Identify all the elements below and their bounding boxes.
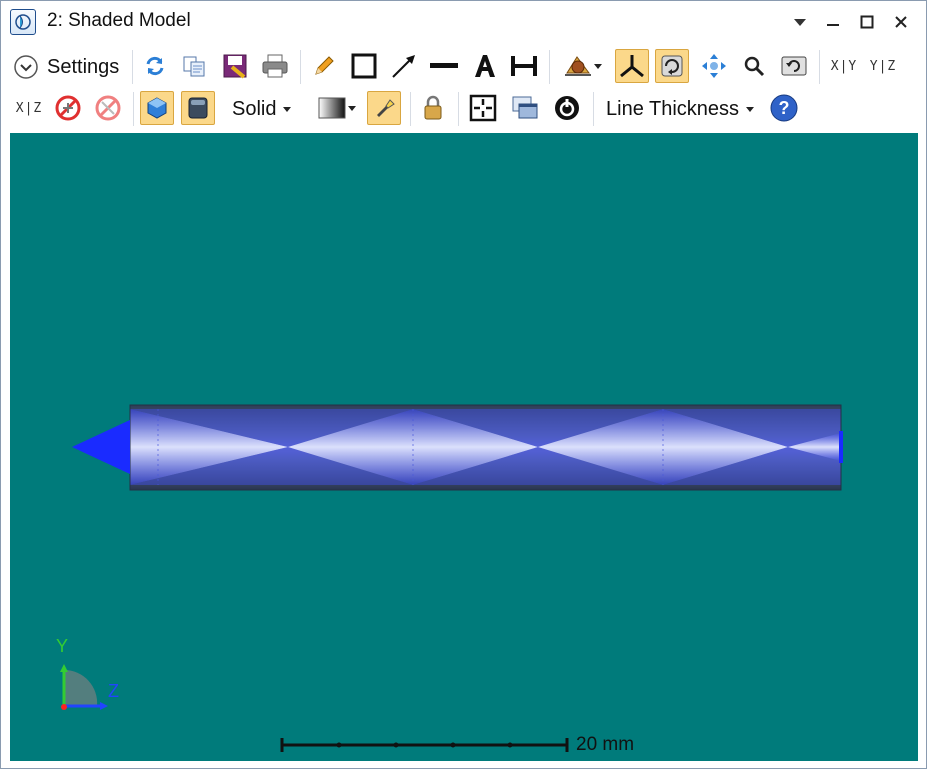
copy-button[interactable] bbox=[177, 49, 211, 83]
settings-button[interactable]: Settings bbox=[13, 54, 119, 80]
refresh-icon bbox=[146, 56, 164, 76]
close-icon bbox=[895, 16, 907, 28]
camera-icon bbox=[565, 56, 591, 76]
fit-view-icon bbox=[469, 94, 497, 122]
chevron-down-icon bbox=[746, 106, 755, 112]
chevron-down-icon bbox=[594, 64, 602, 69]
rotate-view-button[interactable] bbox=[655, 49, 689, 83]
rectangle-icon bbox=[351, 53, 377, 79]
hide-rays-button[interactable] bbox=[51, 91, 85, 125]
cube-icon bbox=[147, 97, 167, 119]
axes-indicator bbox=[60, 664, 108, 710]
shaded-model-viewport[interactable]: Y Z 20 mm bbox=[10, 133, 918, 761]
reset-view-button[interactable] bbox=[777, 49, 811, 83]
help-button[interactable]: ? bbox=[767, 91, 801, 125]
print-icon bbox=[262, 54, 288, 78]
window-title: 2: Shaded Model bbox=[47, 10, 191, 31]
hide-surfaces-button[interactable] bbox=[91, 91, 125, 125]
svg-text:?: ? bbox=[779, 98, 790, 118]
line-thickness-label: Line Thickness bbox=[606, 97, 740, 120]
text-icon bbox=[475, 55, 495, 77]
windows-icon bbox=[512, 96, 538, 119]
reset-view-icon bbox=[781, 56, 807, 76]
dimension-button[interactable] bbox=[507, 49, 541, 83]
ray-bundle bbox=[130, 409, 841, 485]
window-menu-dropdown-button[interactable] bbox=[787, 10, 813, 34]
chevron-down-icon bbox=[348, 106, 356, 111]
axes-icon bbox=[620, 55, 644, 78]
scale-bar bbox=[280, 738, 569, 752]
settings-label: Settings bbox=[47, 55, 120, 78]
maximize-icon bbox=[860, 15, 874, 29]
gradient-icon bbox=[318, 97, 346, 119]
axis-y-label: Y bbox=[56, 636, 69, 656]
solid-shading-button[interactable] bbox=[140, 91, 174, 125]
windows-button[interactable] bbox=[508, 91, 542, 125]
surface-icon bbox=[188, 97, 208, 119]
pencil-button[interactable] bbox=[307, 49, 341, 83]
color-gradient-dropdown[interactable] bbox=[312, 91, 362, 125]
refresh-button[interactable] bbox=[138, 49, 172, 83]
shaded-model-window: 2: Shaded Model Settings X|Y Y|Z X|Z Sol… bbox=[0, 0, 927, 769]
minimize-icon bbox=[827, 24, 839, 26]
view-xy-label: X|Y bbox=[830, 58, 858, 74]
magnifier-icon bbox=[744, 56, 765, 77]
arrow-button[interactable] bbox=[387, 49, 421, 83]
chevron-down-icon bbox=[283, 106, 292, 112]
view-yz-button[interactable]: Y|Z bbox=[865, 49, 901, 83]
rotate-icon bbox=[661, 55, 683, 77]
lock-icon bbox=[424, 95, 442, 120]
power-button[interactable] bbox=[550, 91, 584, 125]
pan-icon bbox=[702, 54, 726, 78]
pan-button[interactable] bbox=[697, 49, 731, 83]
view-yz-label: Y|Z bbox=[869, 58, 897, 74]
flashlight-icon bbox=[377, 99, 395, 117]
line-icon bbox=[430, 63, 458, 68]
view-xz-button[interactable]: X|Z bbox=[11, 91, 47, 125]
toolbar-row-1: Settings X|Y Y|Z bbox=[1, 46, 926, 88]
copy-icon bbox=[183, 56, 205, 77]
surface-button[interactable] bbox=[181, 91, 215, 125]
text-button[interactable] bbox=[468, 49, 502, 83]
exit-face bbox=[839, 431, 843, 463]
help-icon: ? bbox=[770, 94, 798, 122]
toolbar-row-2: X|Z Solid Line Thickness ? bbox=[1, 88, 926, 130]
line-button[interactable] bbox=[427, 49, 461, 83]
lock-button[interactable] bbox=[416, 91, 450, 125]
save-button[interactable] bbox=[218, 49, 252, 83]
app-icon bbox=[10, 9, 36, 35]
axis-z-label: Z bbox=[108, 681, 119, 701]
model-canvas bbox=[60, 404, 843, 752]
zoom-button[interactable] bbox=[737, 49, 771, 83]
save-icon bbox=[223, 54, 247, 79]
view-xy-button[interactable]: X|Y bbox=[826, 49, 862, 83]
source-cone bbox=[72, 420, 130, 474]
fit-view-button[interactable] bbox=[466, 91, 500, 125]
dimension-icon bbox=[511, 56, 537, 76]
power-icon bbox=[555, 96, 579, 120]
maximize-button[interactable] bbox=[854, 10, 880, 34]
print-button[interactable] bbox=[258, 49, 292, 83]
view-xz-label: X|Z bbox=[15, 100, 43, 116]
pencil-icon bbox=[315, 56, 334, 75]
camera-dropdown-button[interactable] bbox=[557, 49, 609, 83]
rectangle-button[interactable] bbox=[347, 49, 381, 83]
close-button[interactable] bbox=[888, 10, 914, 34]
flashlight-button[interactable] bbox=[367, 91, 401, 125]
chevron-circle-icon bbox=[14, 55, 38, 79]
arrow-icon bbox=[392, 55, 415, 78]
minimize-button[interactable] bbox=[820, 10, 846, 34]
no-rays-icon bbox=[55, 95, 81, 121]
render-mode-label: Solid bbox=[232, 97, 277, 120]
no-surfaces-icon bbox=[95, 95, 121, 121]
title-bar: 2: Shaded Model bbox=[1, 1, 926, 43]
chevron-down-icon bbox=[794, 19, 806, 26]
render-mode-dropdown[interactable]: Solid bbox=[232, 96, 292, 122]
scale-bar-label: 20 mm bbox=[576, 734, 635, 755]
axes-view-button[interactable] bbox=[615, 49, 649, 83]
line-thickness-dropdown[interactable]: Line Thickness bbox=[606, 96, 755, 122]
